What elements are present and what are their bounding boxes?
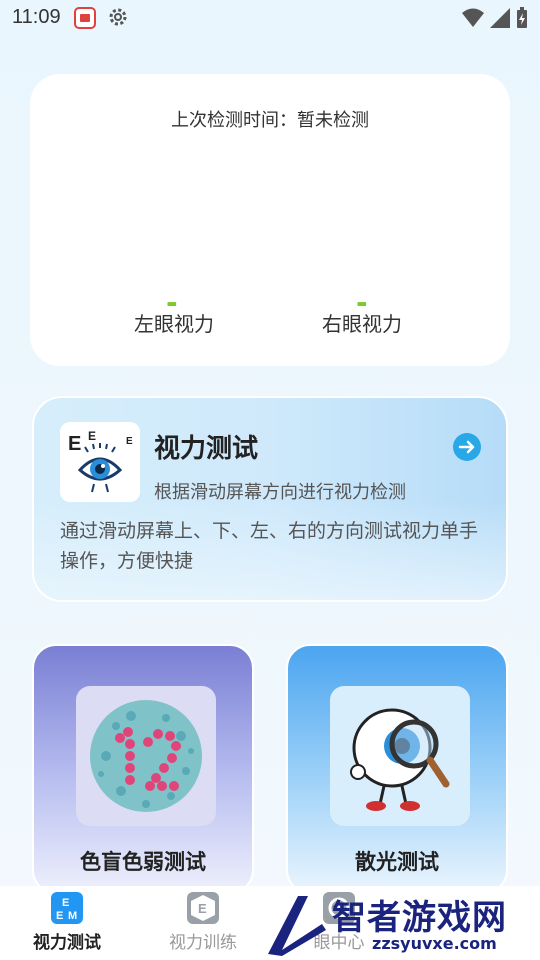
training-tab-icon: E <box>187 892 219 924</box>
status-bar: 11:09 <box>0 0 540 36</box>
eye-chart-tab-icon: E E M <box>51 892 83 924</box>
astigmatism-test-card[interactable]: 散光测试 <box>286 644 508 894</box>
svg-text:E: E <box>68 433 81 455</box>
svg-text:E: E <box>56 910 63 922</box>
svg-text:E: E <box>198 901 207 916</box>
eyeball-mascot-image <box>330 686 470 826</box>
watermark-title: 智者游戏网 <box>332 898 507 938</box>
feature-subtitle: 根据滑动屏幕方向进行视力检测 <box>154 482 406 503</box>
nav-label: 视力测试 <box>33 933 101 953</box>
signal-icon <box>490 8 510 28</box>
watermark-url: zzsyuvxe.com <box>372 934 497 953</box>
settings-gear-icon <box>109 8 127 26</box>
notification-app-icon <box>74 7 96 29</box>
color-plate-image <box>76 686 216 826</box>
vision-test-card[interactable]: E E E 视力测试 根据滑动屏幕方向进行视力检测 通过滑动屏幕上、下、左、右的… <box>32 396 508 602</box>
astigmatism-test-label: 散光测试 <box>355 850 439 874</box>
battery-icon <box>517 7 527 28</box>
arrow-right-icon[interactable] <box>452 432 482 462</box>
last-check-time: 上次检测时间：暂未检测 <box>171 110 369 131</box>
nav-label: 视力训练 <box>169 933 237 953</box>
left-eye-label: 左眼视力 <box>134 312 214 336</box>
nav-vision-training[interactable]: E 视力训练 <box>148 892 258 953</box>
status-indicators <box>462 7 528 29</box>
svg-text:E: E <box>88 429 96 443</box>
nav-vision-test[interactable]: E E M 视力测试 <box>12 892 122 953</box>
eye-chart-icon: E E E <box>60 422 140 502</box>
svg-text:M: M <box>68 910 77 922</box>
color-blind-test-card[interactable]: 色盲色弱测试 <box>32 644 254 894</box>
svg-text:E: E <box>126 436 133 447</box>
status-time: 11:09 <box>12 6 61 28</box>
site-watermark: 智者游戏网 zzsyuvxe.com <box>262 890 540 960</box>
right-eye-label: 右眼视力 <box>322 312 402 336</box>
wifi-icon <box>462 8 484 27</box>
color-blind-test-label: 色盲色弱测试 <box>80 850 206 874</box>
feature-title: 视力测试 <box>154 434 259 464</box>
vision-summary-card: 上次检测时间：暂未检测 - - 左眼视力 右眼视力 <box>30 74 510 366</box>
svg-text:E: E <box>62 897 69 909</box>
watermark-logo <box>268 896 326 956</box>
feature-description: 通过滑动屏幕上、下、左、右的方向测试视力单手操作，方便快捷 <box>60 520 479 572</box>
